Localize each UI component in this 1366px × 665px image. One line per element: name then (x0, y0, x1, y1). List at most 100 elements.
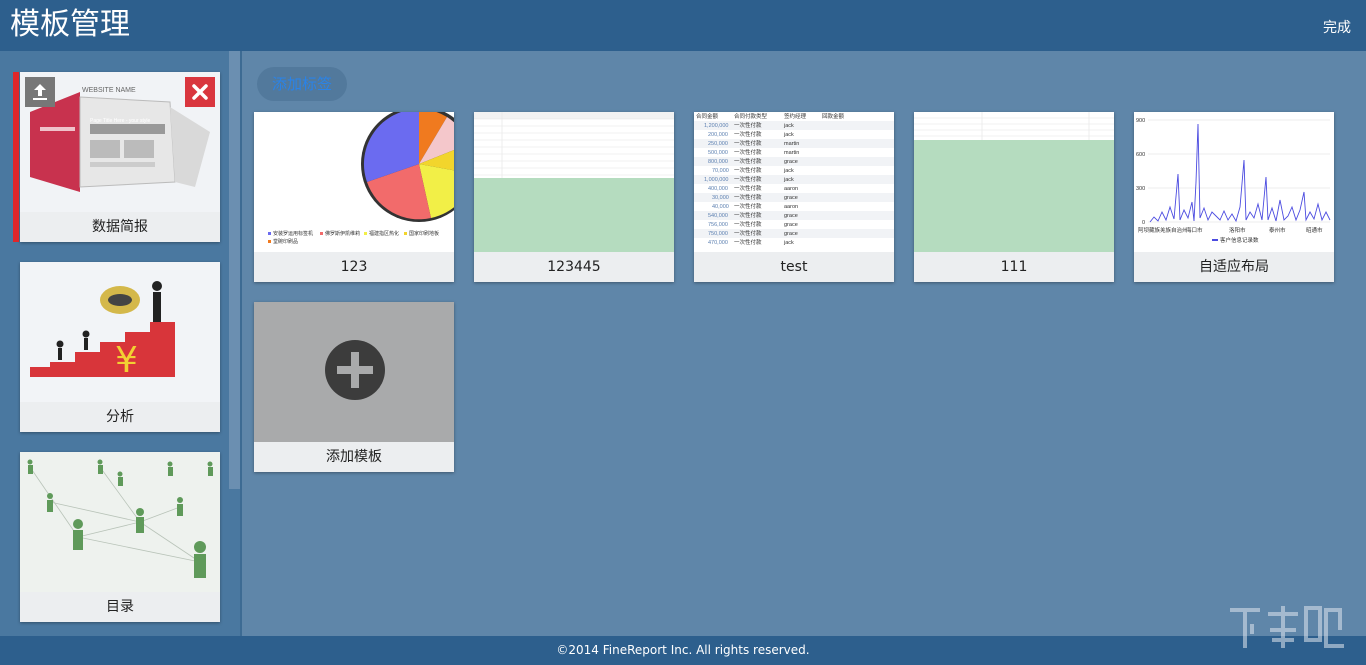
copyright-text: ©2014 FineReport Inc. All rights reserve… (556, 643, 810, 657)
svg-text:一次性付款: 一次性付款 (734, 238, 762, 246)
svg-text:签约经理: 签约经理 (784, 112, 807, 120)
sidebar-item-catalog[interactable]: 目录 (20, 452, 220, 622)
svg-text:756,000: 756,000 (708, 222, 728, 228)
add-template-area (254, 302, 454, 442)
svg-text:一次性付款: 一次性付款 (734, 184, 762, 192)
template-label: 111 (914, 252, 1114, 282)
active-indicator (13, 72, 19, 242)
template-card[interactable]: 123445 (474, 112, 674, 282)
template-card[interactable]: 安装罗运用标签机 佛罗斯伊凯维莉 福建指区热化 国家印刷地板 堂碗印刷品 123 (254, 112, 454, 282)
svg-text:900: 900 (1136, 118, 1145, 124)
svg-text:jack: jack (783, 123, 794, 129)
page-title: 模板管理 (10, 7, 130, 42)
line-chart-thumbnail: 900 600 300 0 阿坝藏族羌族自治州 海口市 洛阳市 泰州市 昭通市 客户信息记录… (1134, 112, 1334, 252)
svg-text:合同付款类型: 合同付款类型 (734, 112, 768, 120)
svg-text:泰州市: 泰州市 (1269, 226, 1286, 234)
plus-icon (325, 340, 385, 400)
svg-text:回款金额: 回款金额 (822, 112, 845, 120)
svg-text:grace: grace (784, 213, 798, 219)
template-card[interactable]: 合同金额 合同付款类型 签约经理 回款金额 1,200,000 200,000 250,0… (694, 112, 894, 282)
footer: ©2014 FineReport Inc. All rights reserve… (0, 636, 1366, 665)
svg-text:600: 600 (1136, 152, 1145, 158)
svg-text:国家印刷地板: 国家印刷地板 (409, 230, 439, 237)
svg-text:300: 300 (1136, 186, 1145, 192)
stairs-thumbnail: ¥ (20, 262, 220, 402)
sidebar-item-label: 分析 (20, 402, 220, 432)
pie-chart-thumbnail: 安装罗运用标签机 佛罗斯伊凯维莉 福建指区热化 国家印刷地板 堂碗印刷品 (254, 112, 454, 252)
add-template-button[interactable]: 添加模板 (254, 302, 454, 472)
svg-text:一次性付款: 一次性付款 (734, 139, 762, 147)
svg-text:70,000: 70,000 (712, 168, 729, 174)
svg-text:470,000: 470,000 (708, 240, 728, 246)
svg-text:合同金额: 合同金额 (696, 112, 719, 120)
sidebar-item-label: 目录 (20, 592, 220, 622)
network-thumbnail (20, 452, 220, 592)
svg-text:WEBSITE NAME: WEBSITE NAME (82, 87, 136, 94)
svg-text:一次性付款: 一次性付款 (734, 193, 762, 201)
sidebar-scrollbar[interactable] (229, 51, 240, 489)
svg-text:海口市: 海口市 (1186, 226, 1203, 234)
svg-text:一次性付款: 一次性付款 (734, 166, 762, 174)
svg-text:福建指区热化: 福建指区热化 (369, 230, 399, 237)
close-icon[interactable] (185, 77, 215, 107)
template-label: 123445 (474, 252, 674, 282)
svg-text:grace: grace (784, 222, 798, 228)
svg-text:阿坝藏族羌族自治州: 阿坝藏族羌族自治州 (1138, 226, 1188, 234)
sidebar-item-analysis[interactable]: ¥ 分析 (20, 262, 220, 432)
svg-text:aaron: aaron (784, 186, 798, 192)
svg-text:martin: martin (784, 150, 799, 156)
upload-icon[interactable] (25, 77, 55, 107)
svg-text:800,000: 800,000 (708, 159, 728, 165)
svg-text:martin: martin (784, 141, 799, 147)
sidebar-item-label: 数据简报 (20, 212, 220, 242)
svg-text:一次性付款: 一次性付款 (734, 211, 762, 219)
svg-text:佛罗斯伊凯维莉: 佛罗斯伊凯维莉 (325, 230, 360, 237)
svg-text:洛阳市: 洛阳市 (1229, 226, 1246, 234)
svg-text:¥: ¥ (115, 340, 138, 381)
add-template-label: 添加模板 (254, 442, 454, 472)
svg-text:540,000: 540,000 (708, 213, 728, 219)
data-table-thumbnail: 合同金额 合同付款类型 签约经理 回款金额 1,200,000 200,000 250,0… (694, 112, 894, 252)
svg-text:一次性付款: 一次性付款 (734, 130, 762, 138)
svg-text:一次性付款: 一次性付款 (734, 148, 762, 156)
svg-text:0: 0 (1142, 220, 1145, 226)
svg-text:grace: grace (784, 195, 798, 201)
svg-text:jack: jack (783, 168, 794, 174)
watermark-logo (1230, 606, 1344, 648)
svg-text:Page Title Here - your style: Page Title Here - your style (90, 118, 151, 124)
svg-text:堂碗印刷品: 堂碗印刷品 (273, 238, 298, 245)
svg-text:grace: grace (784, 159, 798, 165)
svg-text:1,000,000: 1,000,000 (704, 177, 728, 183)
svg-text:一次性付款: 一次性付款 (734, 157, 762, 165)
template-card[interactable]: 111 (914, 112, 1114, 282)
sidebar-divider (240, 51, 242, 636)
report-table-thumbnail (914, 112, 1114, 252)
svg-text:1,200,000: 1,200,000 (704, 123, 728, 129)
svg-text:40,000: 40,000 (712, 204, 729, 210)
app-header: 模板管理 完成 (0, 0, 1366, 51)
svg-text:30,000: 30,000 (712, 195, 729, 201)
svg-text:昭通市: 昭通市 (1306, 226, 1323, 234)
svg-text:200,000: 200,000 (708, 132, 728, 138)
svg-text:250,000: 250,000 (708, 141, 728, 147)
svg-text:jack: jack (783, 240, 794, 246)
svg-text:aaron: aaron (784, 204, 798, 210)
svg-text:一次性付款: 一次性付款 (734, 220, 762, 228)
template-card[interactable]: 900 600 300 0 阿坝藏族羌族自治州 海口市 洛阳市 泰州市 昭通市 客户信息记录… (1134, 112, 1334, 282)
svg-text:400,000: 400,000 (708, 186, 728, 192)
done-button[interactable]: 完成 (1323, 17, 1351, 37)
template-label: test (694, 252, 894, 282)
website-thumbnail: WEBSITE NAME Page Title Here - your styl… (20, 72, 220, 212)
report-table-thumbnail (474, 112, 674, 252)
svg-text:jack: jack (783, 132, 794, 138)
svg-text:安装罗运用标签机: 安装罗运用标签机 (273, 230, 313, 237)
svg-text:750,000: 750,000 (708, 231, 728, 237)
template-label: 123 (254, 252, 454, 282)
svg-text:一次性付款: 一次性付款 (734, 121, 762, 129)
svg-text:500,000: 500,000 (708, 150, 728, 156)
template-label: 自适应布局 (1134, 252, 1334, 282)
svg-text:一次性付款: 一次性付款 (734, 175, 762, 183)
add-tag-button[interactable]: 添加标签 (257, 67, 347, 101)
sidebar-item-data-brief[interactable]: WEBSITE NAME Page Title Here - your styl… (13, 72, 220, 242)
svg-text:客户信息记录数: 客户信息记录数 (1220, 236, 1259, 244)
